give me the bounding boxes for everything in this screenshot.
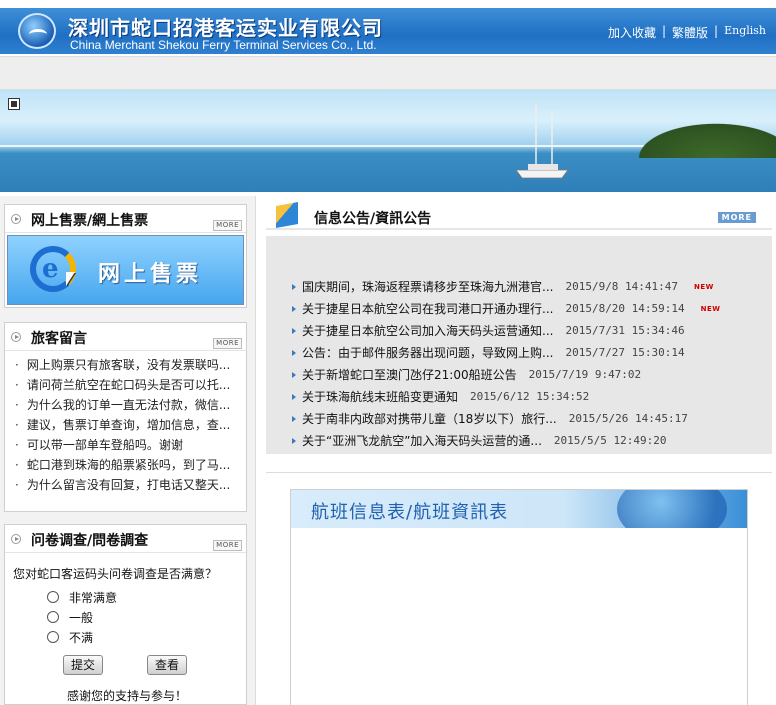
survey-panel: 问卷调查/問卷調查 MORE 您对蛇口客运码头问卷调查是否满意？ 非常满意 一般… [4, 524, 247, 705]
left-column: 网上售票/網上售票 MORE e 网上售票 旅客留言 MORE 网上购票只有旅客… [0, 196, 256, 705]
view-results-button[interactable]: 查看 [147, 655, 187, 675]
notice-item[interactable]: 关于珠海航线末班船变更通知 2015/6/12 15:34:52 [292, 386, 721, 408]
notice-more-button[interactable]: MORE [717, 212, 756, 223]
radio-button[interactable] [47, 631, 59, 643]
arrow-bullet-icon [11, 214, 21, 224]
notice-header: 信息公告/資訊公告 MORE [266, 200, 772, 230]
browser-e-icon: e [42, 254, 59, 284]
message-item[interactable]: 网上购票只有旅客联，没有发票联吗... [15, 355, 246, 375]
survey-option-unsatisfied[interactable]: 不满 [47, 627, 117, 647]
add-favorite-link[interactable]: 加入收藏 [608, 24, 656, 41]
survey-options: 非常满意 一般 不满 [47, 587, 117, 647]
cursor-icon [66, 272, 75, 286]
notice-item[interactable]: 关于“亚洲飞龙航空”加入海天码头运营的通... 2015/5/5 12:49:20 [292, 430, 721, 452]
company-name-en: China Merchant Shekou Ferry Terminal Ser… [70, 38, 377, 52]
right-column: 信息公告/資訊公告 MORE 国庆期间，珠海返程票请移步至珠海九洲港官... 20… [262, 196, 776, 705]
banner-toggle-icon[interactable] [8, 98, 20, 110]
traditional-chinese-link[interactable]: 繁體版 [672, 24, 708, 41]
message-list: 网上购票只有旅客联，没有发票联吗... 请问荷兰航空在蛇口码头是否可以托... … [5, 351, 246, 495]
message-panel-title: 旅客留言 [31, 331, 87, 347]
submit-button[interactable]: 提交 [63, 655, 103, 675]
site-header: 深圳市蛇口招港客运实业有限公司 China Merchant Shekou Fe… [0, 8, 776, 54]
message-item[interactable]: 蛇口港到珠海的船票紧张吗，到了马... [15, 455, 246, 475]
notice-item[interactable]: 国庆期间，珠海返程票请移步至珠海九洲港官... 2015/9/8 14:41:47… [292, 276, 721, 298]
arrow-bullet-icon [11, 534, 21, 544]
nav-band [0, 56, 776, 90]
ticket-panel: 网上售票/網上售票 MORE e 网上售票 [4, 204, 247, 308]
online-ticket-label: 网上售票 [98, 262, 203, 287]
message-item[interactable]: 建议，售票订单查询，增加信息，查... [15, 415, 246, 435]
schedule-header: 航班信息表/航班資訊表 [291, 490, 747, 528]
top-links: 加入收藏 | 繁體版 | English [608, 24, 766, 41]
ticket-panel-title: 网上售票/網上售票 [31, 213, 149, 229]
sea-banner [0, 90, 776, 192]
arrow-bullet-icon [11, 332, 21, 342]
panel-header: 旅客留言 MORE [5, 323, 246, 351]
island-graphic [626, 118, 776, 158]
new-badge: NEW [700, 305, 721, 313]
survey-question: 您对蛇口客运码头问卷调查是否满意？ [13, 567, 218, 581]
message-item[interactable]: 请问荷兰航空在蛇口码头是否可以托... [15, 375, 246, 395]
message-item[interactable]: 可以带一部单车登船吗。谢谢 [15, 435, 246, 455]
english-link[interactable]: English [724, 24, 766, 41]
notice-title: 信息公告/資訊公告 [314, 211, 432, 227]
sailboat-icon [515, 104, 569, 179]
survey-option-average[interactable]: 一般 [47, 607, 117, 627]
online-ticket-banner[interactable]: e 网上售票 [7, 235, 244, 305]
notice-list: 国庆期间，珠海返程票请移步至珠海九洲港官... 2015/9/8 14:41:47… [292, 276, 721, 452]
message-item[interactable]: 为什么我的订单一直无法付款，微信... [15, 395, 246, 415]
panel-header: 问卷调查/問卷調查 MORE [5, 525, 246, 553]
message-more-button[interactable]: MORE [213, 338, 242, 349]
ticket-more-button[interactable]: MORE [213, 220, 242, 231]
message-panel: 旅客留言 MORE 网上购票只有旅客联，没有发票联吗... 请问荷兰航空在蛇口码… [4, 322, 247, 512]
survey-more-button[interactable]: MORE [213, 540, 242, 551]
notice-item[interactable]: 公告：由于邮件服务器出现问题，导致网上购... 2015/7/27 15:30:1… [292, 342, 721, 364]
message-item[interactable]: 为什么留言没有回复，打电话又整天... [15, 475, 246, 495]
schedule-box: 航班信息表/航班資訊表 [290, 489, 748, 705]
notice-board: 国庆期间，珠海返程票请移步至珠海九洲港官... 2015/9/8 14:41:47… [266, 236, 772, 454]
schedule-section: 航班信息表/航班資訊表 [266, 472, 772, 705]
company-logo-icon [18, 13, 56, 49]
survey-thanks: 感谢您的支持与参与！ [67, 689, 188, 703]
link-separator: | [661, 24, 667, 38]
survey-panel-title: 问卷调查/問卷調查 [31, 533, 149, 549]
radio-button[interactable] [47, 611, 59, 623]
cube-icon [276, 202, 298, 228]
schedule-title: 航班信息表/航班資訊表 [311, 502, 509, 523]
new-badge: NEW [694, 283, 714, 291]
notice-item[interactable]: 关于南非内政部对携带儿童（18岁以下）旅行... 2015/5/26 14:45:… [292, 408, 721, 430]
radio-button[interactable] [47, 591, 59, 603]
panel-header: 网上售票/網上售票 MORE [5, 205, 246, 233]
notice-item[interactable]: 关于捷星日本航空公司在我司港口开通办理行... 2015/8/20 14:59:1… [292, 298, 721, 320]
notice-item[interactable]: 关于新增蛇口至澳门氹仔21:00船班公告 2015/7/19 9:47:02 [292, 364, 721, 386]
globe-graphic [617, 490, 727, 528]
company-name-cn: 深圳市蛇口招港客运实业有限公司 [68, 16, 383, 40]
notice-item[interactable]: 关于捷星日本航空公司加入海天码头运营通知... 2015/7/31 15:34:4… [292, 320, 721, 342]
survey-option-very-satisfied[interactable]: 非常满意 [47, 587, 117, 607]
link-separator: | [714, 24, 719, 38]
